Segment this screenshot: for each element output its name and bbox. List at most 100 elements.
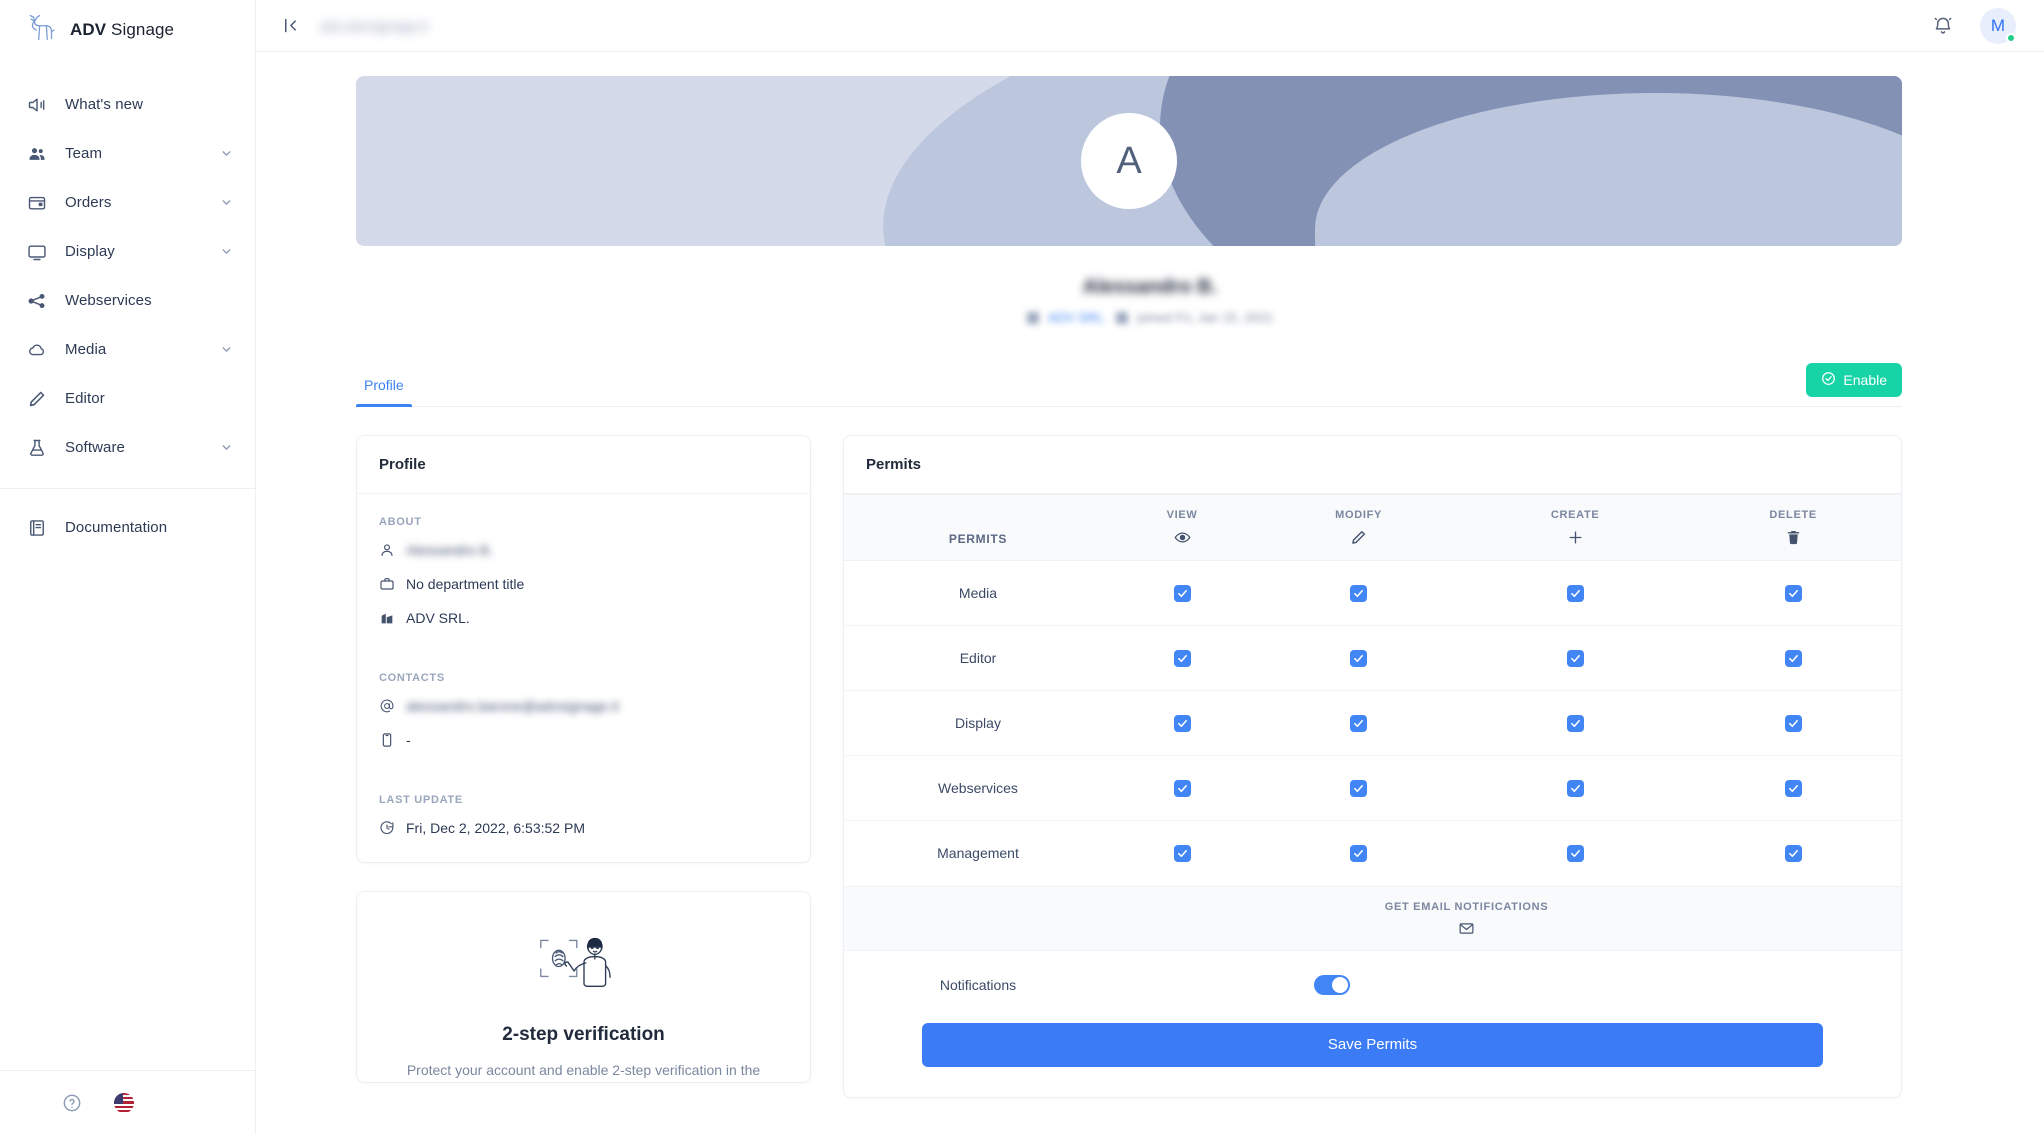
trash-icon [1785,529,1802,546]
breadcrumb[interactable]: adv.advsignage.it [320,18,428,34]
page-title-wrap: Alessandro B. [256,276,2044,299]
brand[interactable]: ADV Signage [0,4,255,56]
chevron-down-icon[interactable] [220,343,233,356]
checkbox-display-view[interactable] [1173,714,1191,732]
checkbox-display-delete[interactable] [1784,714,1802,732]
create-column-header: CREATE [1465,494,1686,561]
permit-row-label: Media [844,560,1112,626]
at-icon [379,698,395,714]
profile-company-link[interactable]: ADV SRL. [1048,310,1107,325]
building-icon [1026,311,1039,324]
permit-cell-view [1112,690,1253,756]
checkbox-webservices-view[interactable] [1173,779,1191,797]
sidebar-item-orders[interactable]: Orders [0,178,255,227]
permit-cell-view [1112,821,1252,886]
sidebar-item-label: Orders [65,194,112,211]
briefcase-icon [379,576,395,592]
sidebar-item-label: What's new [65,96,144,113]
last-update-value: Fri, Dec 2, 2022, 6:53:52 PM [406,820,585,836]
sidebar-item-software[interactable]: Software [0,423,255,472]
sidebar-item-label: Display [65,243,115,260]
checkbox-management-create[interactable] [1566,844,1584,862]
about-section-label: ABOUT [379,516,422,528]
tab-profile[interactable]: Profile [356,377,412,407]
permit-cell-delete [1685,625,1901,691]
table-row: Webservices [844,755,1901,821]
checkbox-management-delete[interactable] [1784,844,1802,862]
permit-cell-create [1465,625,1686,691]
checkbox-display-modify[interactable] [1350,714,1368,732]
checkbox-editor-modify[interactable] [1350,649,1368,667]
notifications-toggle[interactable] [1314,974,1350,995]
users-icon [26,143,48,165]
sidebar-item-editor[interactable]: Editor [0,374,255,423]
checkbox-editor-view[interactable] [1173,649,1191,667]
chevron-down-icon[interactable] [220,147,233,160]
envelope-icon [1458,920,1475,937]
permit-cell-view [1112,560,1253,626]
book-icon [26,517,48,539]
permit-cell-create [1465,755,1686,821]
calendar-icon [1116,311,1129,324]
chevron-down-icon[interactable] [220,196,233,209]
contacts-row-email: alessandro.barone@advsignage.it [379,698,788,714]
question-circle-icon[interactable] [62,1093,82,1113]
delete-column-header: DELETE [1685,494,1901,561]
profile-card-body: ABOUT Alessandro B. No department title … [357,494,810,862]
checkbox-media-create[interactable] [1566,584,1584,602]
chevron-down-icon[interactable] [220,245,233,258]
checkbox-webservices-delete[interactable] [1784,779,1802,797]
enable-button[interactable]: Enable [1806,363,1902,397]
sidebar-item-team[interactable]: Team [0,129,255,178]
checkbox-webservices-modify[interactable] [1350,779,1368,797]
checkbox-webservices-create[interactable] [1566,779,1584,797]
save-permits-wrap: Save Permits [844,1019,1901,1097]
checkbox-media-delete[interactable] [1784,584,1802,602]
sidebar-item-documentation[interactable]: Documentation [0,503,255,552]
view-column-header: VIEW [1112,494,1253,561]
checkbox-display-create[interactable] [1566,714,1584,732]
permits-column-header: PERMITS [844,494,1112,561]
chevron-down-icon[interactable] [220,441,233,454]
checkbox-management-modify[interactable] [1350,844,1368,862]
permit-row-label: Editor [844,625,1112,691]
sidebar: ADV Signage What's new Team Orders Displ… [0,0,256,1134]
last-update-row: Fri, Dec 2, 2022, 6:53:52 PM [379,820,788,836]
us-flag-icon[interactable] [114,1092,134,1113]
permits-table-head: PERMITS VIEW MODIFY CREATE DELETE [844,494,1901,561]
checkbox-media-view[interactable] [1173,584,1191,602]
app-root: ADV Signage What's new Team Orders Displ… [0,0,2044,1134]
about-department-value: No department title [406,576,525,592]
profile-joined: joined Fri, Jan 15, 2021 [1137,310,1274,325]
permits-header-row: PERMITS VIEW MODIFY CREATE DELETE [844,494,1901,561]
permits-table-body: Media Editor Display Webservices Managem… [844,560,1901,886]
tabs-bar: Profile Enable [356,361,1902,407]
collapse-panel-icon[interactable] [276,12,304,40]
checkbox-editor-delete[interactable] [1784,649,1802,667]
avatar[interactable]: M [1980,7,2016,44]
modify-column-header: MODIFY [1252,494,1466,561]
sidebar-item-label: Team [65,145,103,162]
bell-icon[interactable] [1932,15,1954,37]
create-column-label: CREATE [1550,509,1600,521]
page-title: Alessandro B. [1082,276,1218,298]
save-permits-button[interactable]: Save Permits [922,1022,1823,1067]
profile-subtitle: ADV SRL. joined Fri, Jan 15, 2021 [256,310,2044,325]
permit-cell-modify [1252,690,1466,756]
checkbox-management-view[interactable] [1173,844,1191,862]
page-content: A Alessandro B. ADV SRL. joined Fri, Jan… [256,52,2044,1098]
about-row-department: No department title [379,576,788,592]
sidebar-item-whats-new[interactable]: What's new [0,80,255,129]
sidebar-item-webservices[interactable]: Webservices [0,276,255,325]
about-company-value: ADV SRL. [406,610,470,626]
permits-card-title: Permits [844,436,1901,494]
checkbox-editor-create[interactable] [1566,649,1584,667]
sidebar-item-display[interactable]: Display [0,227,255,276]
permit-row-label: Webservices [844,755,1112,821]
permit-cell-delete [1685,690,1901,756]
table-row: Media [844,560,1901,626]
sidebar-item-label: Documentation [65,519,168,536]
checkbox-media-modify[interactable] [1350,584,1368,602]
permits-table: PERMITS VIEW MODIFY CREATE DELETE Media … [844,494,1901,886]
sidebar-item-media[interactable]: Media [0,325,255,374]
